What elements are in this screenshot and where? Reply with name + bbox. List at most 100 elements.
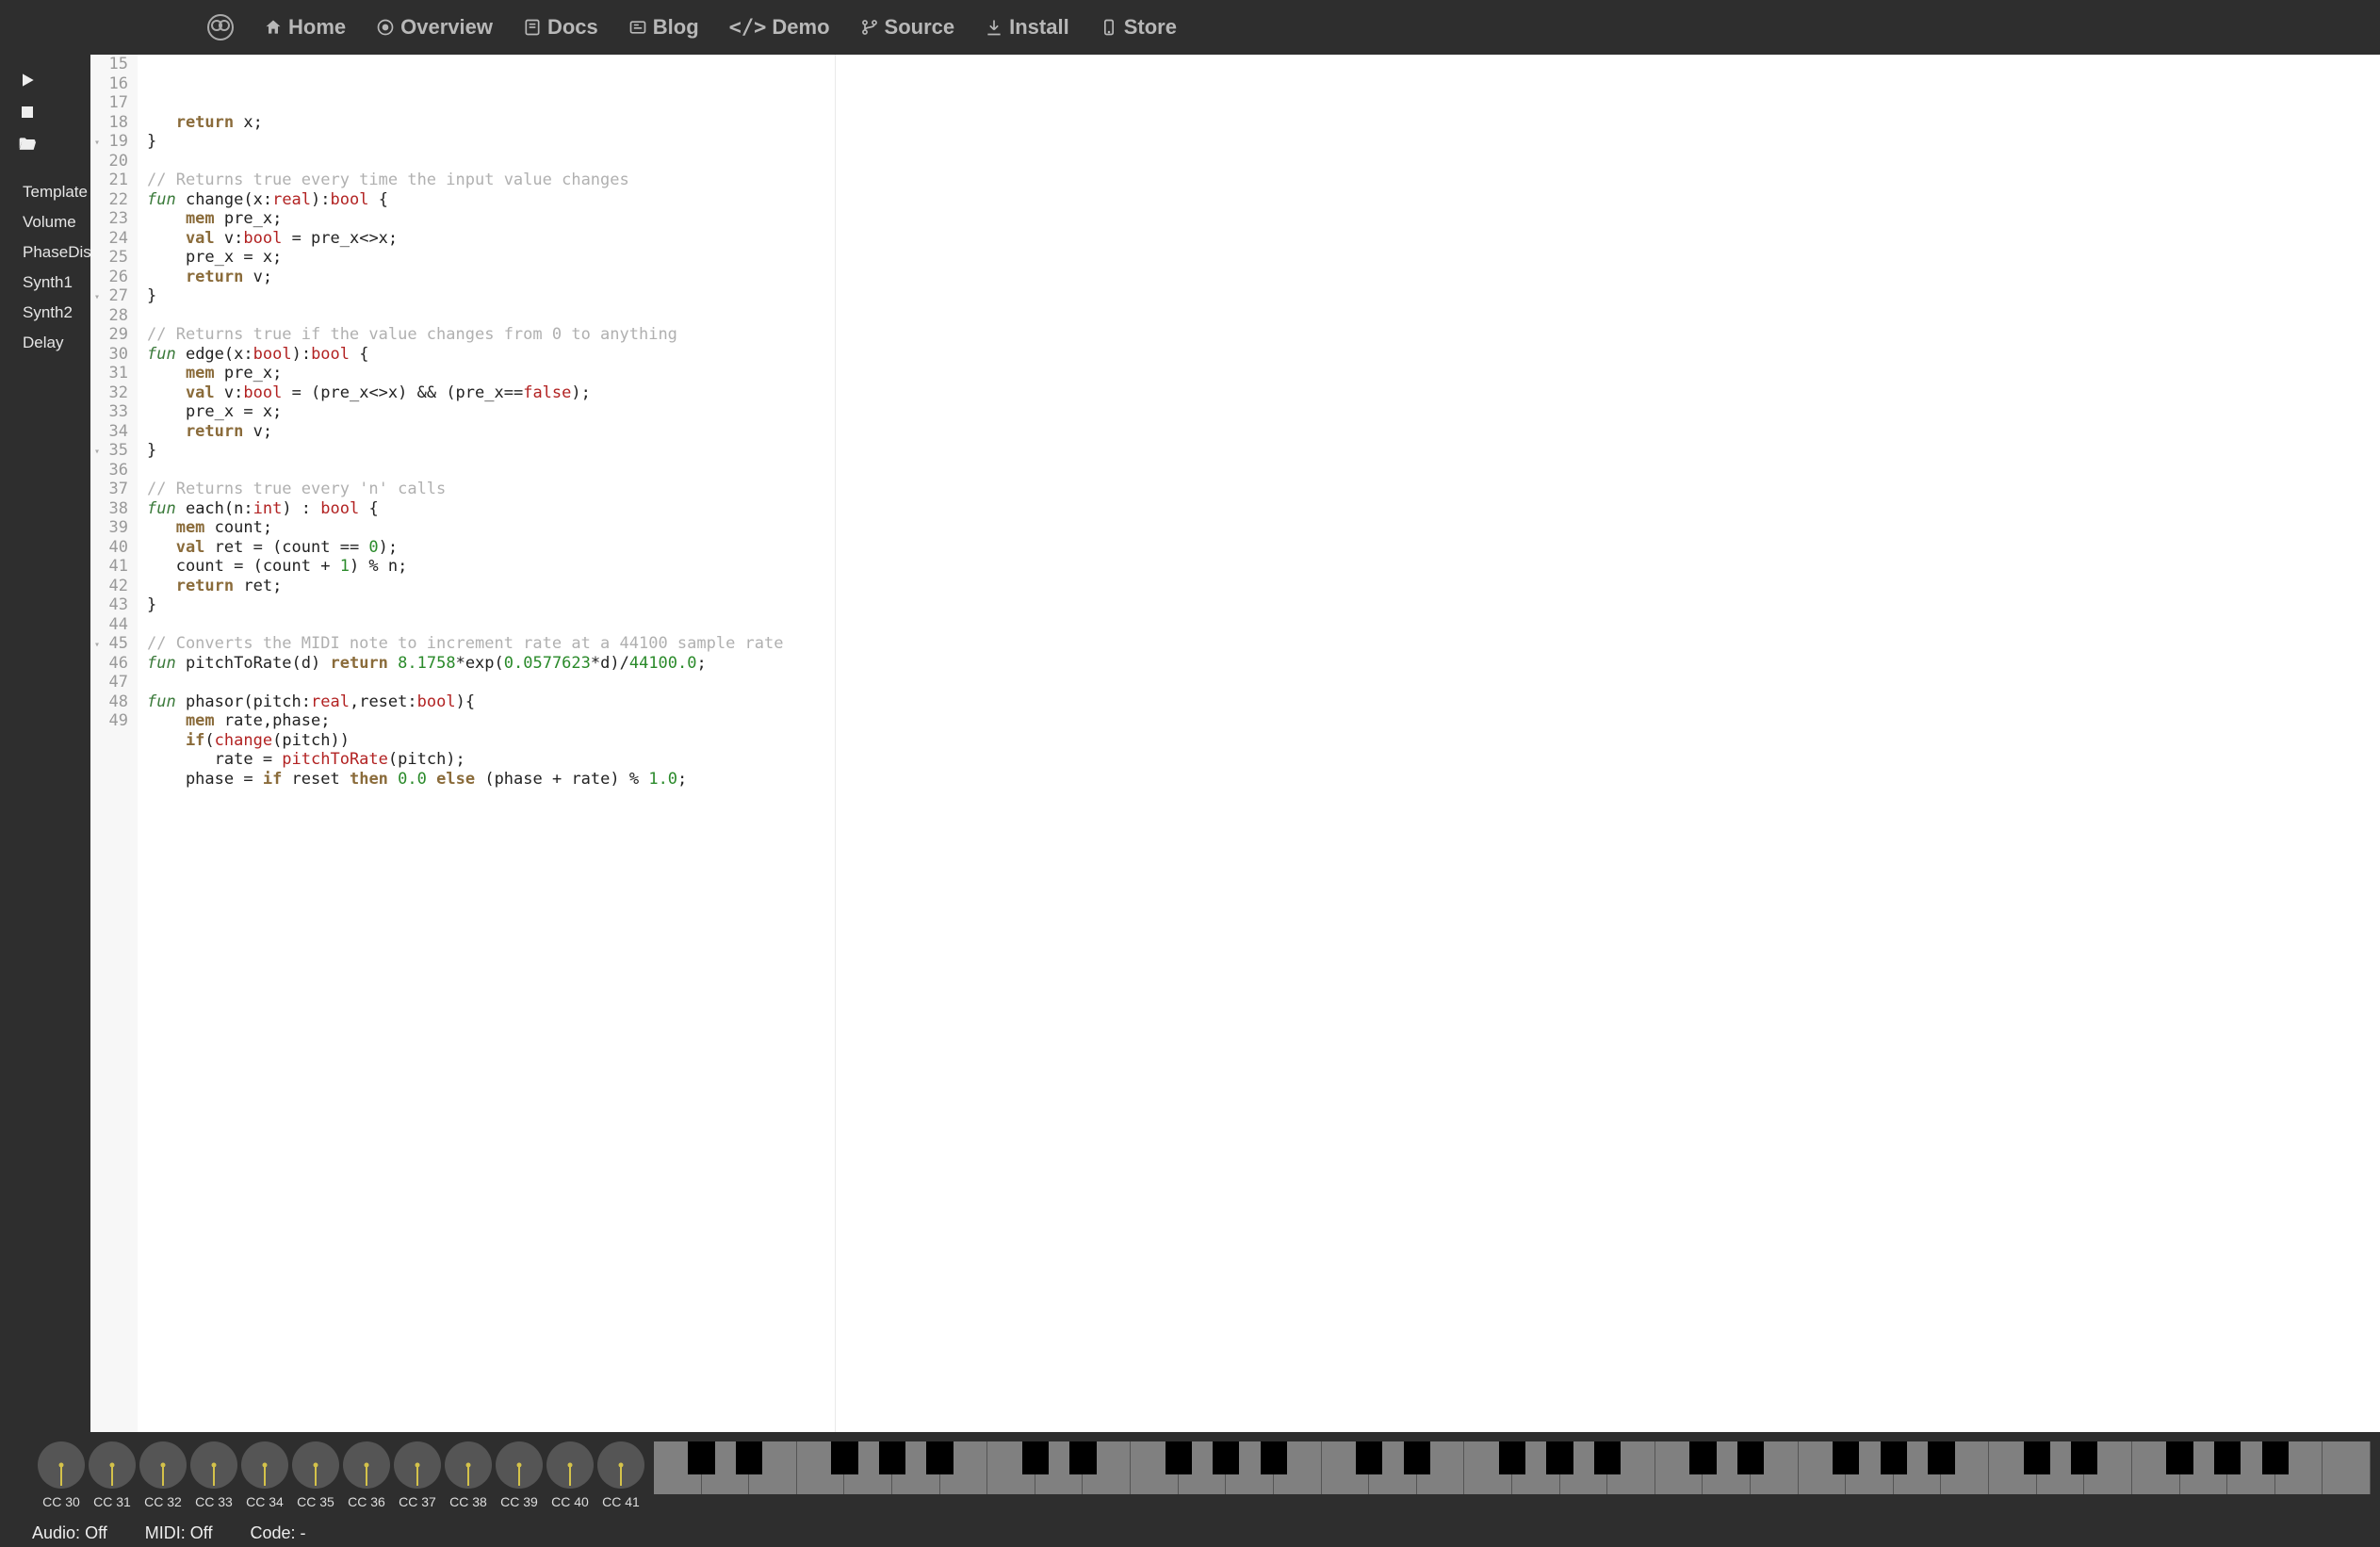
white-key[interactable] bbox=[2275, 1441, 2323, 1494]
code-status: Code: - bbox=[250, 1523, 305, 1543]
sidebar-item-phasedist[interactable]: PhaseDist bbox=[4, 237, 95, 268]
knob-label: CC 33 bbox=[195, 1494, 233, 1509]
knob-cc-38[interactable]: CC 38 bbox=[443, 1441, 494, 1509]
nav-store[interactable]: Store bbox=[1100, 15, 1177, 40]
nav-demo[interactable]: </> Demo bbox=[729, 15, 830, 40]
knob-label: CC 35 bbox=[297, 1494, 334, 1509]
download-icon bbox=[985, 18, 1003, 37]
nav-install-label: Install bbox=[1009, 15, 1069, 40]
code-icon: </> bbox=[729, 16, 767, 40]
knob-label: CC 32 bbox=[144, 1494, 182, 1509]
white-key[interactable] bbox=[1799, 1441, 1847, 1494]
white-key[interactable] bbox=[654, 1441, 702, 1494]
sidebar: TemplateVolumePhaseDistSynth1Synth2Delay bbox=[0, 55, 90, 1432]
white-key[interactable] bbox=[1655, 1441, 1703, 1494]
play-button[interactable] bbox=[13, 68, 41, 92]
nav-overview-label: Overview bbox=[400, 15, 493, 40]
white-key[interactable] bbox=[1464, 1441, 1512, 1494]
sidebar-item-volume[interactable]: Volume bbox=[4, 207, 95, 237]
white-key[interactable] bbox=[749, 1441, 797, 1494]
bottom-panel: CC 30 CC 31 CC 32 CC 33 CC 34 CC 35 CC 36 CC 37… bbox=[0, 1432, 2380, 1547]
nav-blog[interactable]: Blog bbox=[628, 15, 699, 40]
white-key[interactable] bbox=[1989, 1441, 2037, 1494]
line-gutter: 1516171819▾2021222324252627▾282930313233… bbox=[90, 55, 138, 1432]
knob-cc-31[interactable]: CC 31 bbox=[87, 1441, 138, 1509]
code-editor[interactable]: 1516171819▾2021222324252627▾282930313233… bbox=[90, 55, 2380, 1432]
white-key[interactable] bbox=[1274, 1441, 1322, 1494]
white-key[interactable] bbox=[2227, 1441, 2275, 1494]
white-key[interactable] bbox=[1941, 1441, 1989, 1494]
white-key[interactable] bbox=[1131, 1441, 1179, 1494]
sidebar-item-synth1[interactable]: Synth1 bbox=[4, 268, 95, 298]
sidebar-item-delay[interactable]: Delay bbox=[4, 328, 95, 358]
nav-home[interactable]: Home bbox=[264, 15, 346, 40]
white-key[interactable] bbox=[1226, 1441, 1274, 1494]
knob-label: CC 40 bbox=[551, 1494, 589, 1509]
sidebar-item-synth2[interactable]: Synth2 bbox=[4, 298, 95, 328]
white-key[interactable] bbox=[1417, 1441, 1465, 1494]
nav-home-label: Home bbox=[288, 15, 346, 40]
white-key[interactable] bbox=[844, 1441, 892, 1494]
white-key[interactable] bbox=[2132, 1441, 2180, 1494]
store-icon bbox=[1100, 18, 1118, 37]
white-key[interactable] bbox=[1512, 1441, 1560, 1494]
nav-overview[interactable]: Overview bbox=[376, 15, 493, 40]
nav-docs-label: Docs bbox=[547, 15, 598, 40]
knob-label: CC 38 bbox=[449, 1494, 487, 1509]
top-nav: Home Overview Docs Blog </> Demo Source … bbox=[0, 0, 2380, 55]
knob-label: CC 36 bbox=[348, 1494, 385, 1509]
knob-cc-33[interactable]: CC 33 bbox=[188, 1441, 239, 1509]
logo-icon bbox=[207, 14, 234, 41]
white-key[interactable] bbox=[2323, 1441, 2371, 1494]
nav-store-label: Store bbox=[1124, 15, 1177, 40]
white-key[interactable] bbox=[1560, 1441, 1608, 1494]
white-key[interactable] bbox=[1894, 1441, 1942, 1494]
midi-status: MIDI: Off bbox=[145, 1523, 213, 1543]
knob-cc-37[interactable]: CC 37 bbox=[392, 1441, 443, 1509]
knob-label: CC 34 bbox=[246, 1494, 284, 1509]
knob-cc-36[interactable]: CC 36 bbox=[341, 1441, 392, 1509]
news-icon bbox=[628, 18, 647, 37]
white-key[interactable] bbox=[1179, 1441, 1227, 1494]
white-key[interactable] bbox=[1083, 1441, 1131, 1494]
white-key[interactable] bbox=[987, 1441, 1035, 1494]
white-key[interactable] bbox=[702, 1441, 750, 1494]
white-key[interactable] bbox=[892, 1441, 940, 1494]
nav-install[interactable]: Install bbox=[985, 15, 1069, 40]
nav-demo-label: Demo bbox=[772, 15, 829, 40]
white-key[interactable] bbox=[797, 1441, 845, 1494]
white-key[interactable] bbox=[2180, 1441, 2228, 1494]
sidebar-item-template[interactable]: Template bbox=[4, 177, 95, 207]
knob-label: CC 41 bbox=[602, 1494, 640, 1509]
nav-docs[interactable]: Docs bbox=[523, 15, 598, 40]
status-bar: Audio: Off MIDI: Off Code: - bbox=[0, 1519, 2380, 1547]
knob-label: CC 31 bbox=[93, 1494, 131, 1509]
print-margin bbox=[835, 55, 836, 1432]
white-key[interactable] bbox=[1322, 1441, 1370, 1494]
white-key[interactable] bbox=[1846, 1441, 1894, 1494]
open-folder-button[interactable] bbox=[13, 132, 41, 156]
white-key[interactable] bbox=[1703, 1441, 1751, 1494]
nav-source[interactable]: Source bbox=[860, 15, 955, 40]
knob-cc-40[interactable]: CC 40 bbox=[545, 1441, 595, 1509]
knob-cc-32[interactable]: CC 32 bbox=[138, 1441, 188, 1509]
knob-cc-34[interactable]: CC 34 bbox=[239, 1441, 290, 1509]
knob-label: CC 37 bbox=[399, 1494, 436, 1509]
white-key[interactable] bbox=[1751, 1441, 1799, 1494]
knob-label: CC 39 bbox=[500, 1494, 538, 1509]
white-key[interactable] bbox=[2037, 1441, 2085, 1494]
code-area[interactable]: return x;}// Returns true every time the… bbox=[138, 55, 2380, 1432]
white-key[interactable] bbox=[1369, 1441, 1417, 1494]
white-key[interactable] bbox=[1035, 1441, 1084, 1494]
white-key[interactable] bbox=[940, 1441, 988, 1494]
white-key[interactable] bbox=[1607, 1441, 1655, 1494]
stop-button[interactable] bbox=[13, 100, 41, 124]
book-icon bbox=[523, 18, 542, 37]
knob-cc-41[interactable]: CC 41 bbox=[595, 1441, 646, 1509]
nav-source-label: Source bbox=[885, 15, 955, 40]
white-key[interactable] bbox=[2084, 1441, 2132, 1494]
knob-cc-35[interactable]: CC 35 bbox=[290, 1441, 341, 1509]
knob-cc-39[interactable]: CC 39 bbox=[494, 1441, 545, 1509]
knob-cc-30[interactable]: CC 30 bbox=[36, 1441, 87, 1509]
piano-keyboard[interactable] bbox=[654, 1441, 2371, 1494]
